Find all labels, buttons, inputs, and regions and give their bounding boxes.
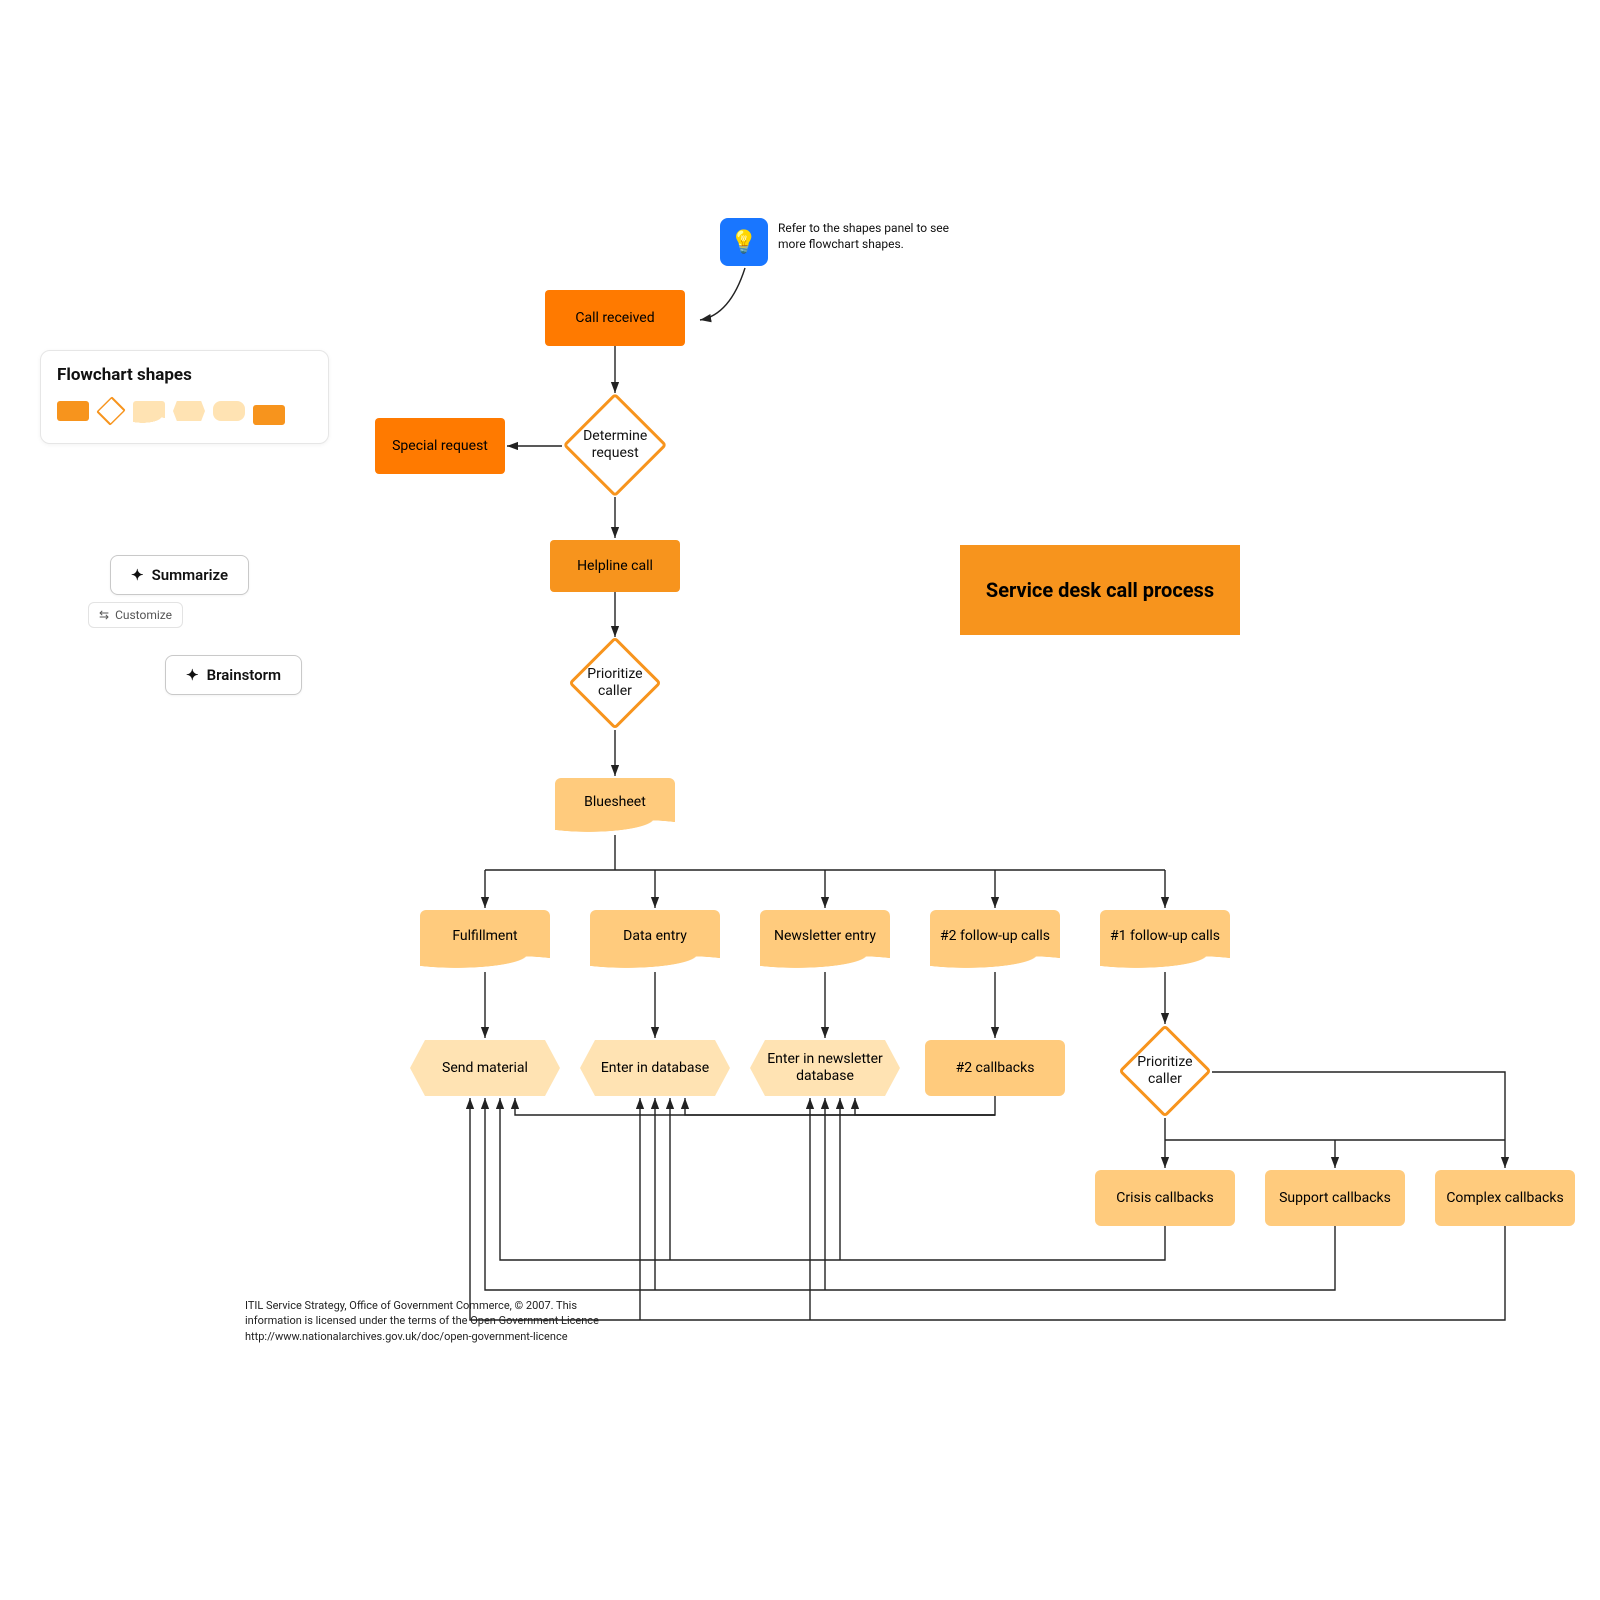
node-newsletter-entry[interactable]: Newsletter entry xyxy=(760,910,890,962)
node-helpline-call[interactable]: Helpline call xyxy=(550,540,680,592)
swatch-decision[interactable] xyxy=(96,396,125,425)
node-label: Prioritize caller xyxy=(587,666,642,700)
node-cb2[interactable]: #2 callbacks xyxy=(925,1040,1065,1096)
sparkle-icon: ✦ xyxy=(131,566,144,584)
node-label: #1 follow-up calls xyxy=(1110,928,1220,945)
swatch-rounded[interactable] xyxy=(213,401,245,421)
node-label: Special request xyxy=(392,438,488,455)
node-support[interactable]: Support callbacks xyxy=(1265,1170,1405,1226)
node-follow2[interactable]: #2 follow-up calls xyxy=(930,910,1060,962)
node-enter-news-db[interactable]: Enter in newsletter database xyxy=(750,1040,900,1096)
tip-text: Refer to the shapes panel to see more fl… xyxy=(778,220,978,252)
node-prioritize-caller-2[interactable]: Prioritize caller xyxy=(1118,1024,1211,1117)
node-label: Crisis callbacks xyxy=(1116,1190,1213,1207)
node-label: Newsletter entry xyxy=(774,928,876,945)
node-bluesheet[interactable]: Bluesheet xyxy=(555,778,675,826)
swatch-process[interactable] xyxy=(57,401,89,421)
node-label: Support callbacks xyxy=(1279,1190,1391,1207)
node-label: Determine request xyxy=(583,428,647,462)
title-card-label: Service desk call process xyxy=(986,578,1214,602)
swatch-preparation[interactable] xyxy=(173,401,205,421)
node-label: Enter in database xyxy=(601,1060,709,1077)
title-card[interactable]: Service desk call process xyxy=(960,545,1240,635)
lightbulb-icon: 💡 xyxy=(730,230,757,255)
customize-button[interactable]: ⇆ Customize xyxy=(88,602,183,628)
shapes-panel-title: Flowchart shapes xyxy=(57,365,312,385)
node-label: #2 follow-up calls xyxy=(940,928,1050,945)
customize-label: Customize xyxy=(115,608,172,622)
node-special-request[interactable]: Special request xyxy=(375,418,505,474)
tip-badge[interactable]: 💡 xyxy=(720,218,768,266)
node-label: Bluesheet xyxy=(584,794,646,811)
swatch-terminator[interactable] xyxy=(253,405,285,425)
node-enter-db[interactable]: Enter in database xyxy=(580,1040,730,1096)
node-label: Complex callbacks xyxy=(1446,1190,1563,1207)
node-data-entry[interactable]: Data entry xyxy=(590,910,720,962)
node-label: Call received xyxy=(575,310,654,327)
brainstorm-button[interactable]: ✦ Brainstorm xyxy=(165,655,302,695)
sliders-icon: ⇆ xyxy=(99,608,109,622)
node-complex[interactable]: Complex callbacks xyxy=(1435,1170,1575,1226)
shape-swatches xyxy=(57,397,312,425)
node-prioritize-caller-1[interactable]: Prioritize caller xyxy=(568,636,661,729)
summarize-label: Summarize xyxy=(152,566,228,584)
node-fulfillment[interactable]: Fulfillment xyxy=(420,910,550,962)
node-label: Send material xyxy=(442,1060,528,1077)
sparkle-icon: ✦ xyxy=(186,666,199,684)
node-send-material[interactable]: Send material xyxy=(410,1040,560,1096)
node-label: Fulfillment xyxy=(452,928,517,945)
node-crisis[interactable]: Crisis callbacks xyxy=(1095,1170,1235,1226)
citation-text: ITIL Service Strategy, Office of Governm… xyxy=(245,1298,605,1344)
shapes-panel[interactable]: Flowchart shapes xyxy=(40,350,329,444)
node-label: Data entry xyxy=(623,928,687,945)
node-follow1[interactable]: #1 follow-up calls xyxy=(1100,910,1230,962)
node-label: Enter in newsletter database xyxy=(754,1051,896,1085)
node-determine-request[interactable]: Determine request xyxy=(563,393,668,498)
swatch-document[interactable] xyxy=(133,401,165,421)
node-label: #2 callbacks xyxy=(956,1060,1035,1077)
brainstorm-label: Brainstorm xyxy=(207,666,281,684)
node-label: Helpline call xyxy=(577,558,653,575)
node-call-received[interactable]: Call received xyxy=(545,290,685,346)
summarize-button[interactable]: ✦ Summarize xyxy=(110,555,249,595)
node-label: Prioritize caller xyxy=(1137,1054,1192,1088)
